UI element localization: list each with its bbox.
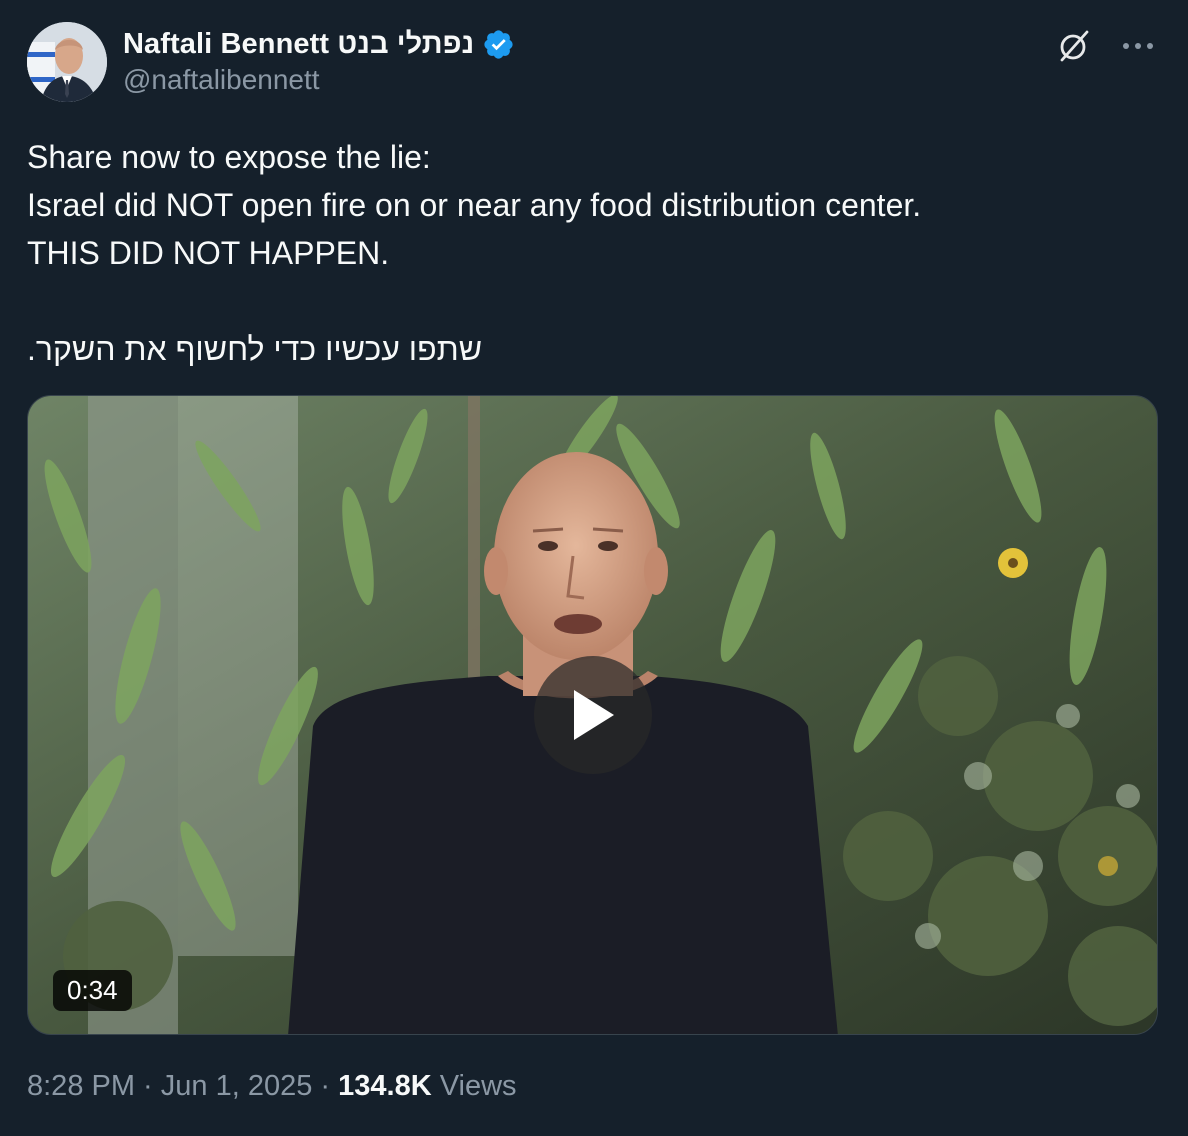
meta-separator: · <box>135 1070 161 1102</box>
views-label: Views <box>431 1070 517 1102</box>
avatar[interactable] <box>27 22 107 102</box>
tweet-date[interactable]: Jun 1, 2025 <box>161 1070 313 1103</box>
tweet-top-actions <box>1054 26 1158 66</box>
play-icon <box>574 690 614 740</box>
author-display-name[interactable]: Naftali Bennett נפתלי בנט <box>123 28 474 61</box>
tweet-text: Share now to expose the lie: Israel did … <box>27 133 1157 373</box>
tweet-text-line: Share now to expose the lie: <box>27 139 431 175</box>
tweet-time[interactable]: 8:28 PM <box>27 1070 135 1103</box>
author-handle[interactable]: @naftalibennett <box>123 64 320 96</box>
tweet-text-spacer <box>27 277 1157 325</box>
more-options-icon[interactable] <box>1118 26 1158 66</box>
video-duration-badge: 0:34 <box>53 970 132 1011</box>
verified-badge-icon[interactable] <box>482 28 515 61</box>
author-name-row: Naftali Bennett נפתלי בנט <box>123 24 515 64</box>
avatar-image <box>27 22 107 102</box>
video-player[interactable]: 0:34 <box>27 395 1158 1035</box>
play-button[interactable] <box>534 656 652 774</box>
views-count[interactable]: 134.8K <box>338 1070 432 1103</box>
meta-separator: · <box>312 1070 339 1102</box>
tweet-text-hebrew-line: שתפו עכשיו כדי לחשוף את השקר. <box>27 331 483 367</box>
tweet-text-line: Israel did NOT open fire on or near any … <box>27 187 922 223</box>
grok-icon[interactable] <box>1054 26 1094 66</box>
tweet-meta: 8:28 PM · Jun 1, 2025 · 134.8K Views <box>27 1070 517 1103</box>
tweet: Naftali Bennett נפתלי בנט @naftalibennet… <box>0 0 1188 1136</box>
tweet-text-line: THIS DID NOT HAPPEN. <box>27 235 390 271</box>
